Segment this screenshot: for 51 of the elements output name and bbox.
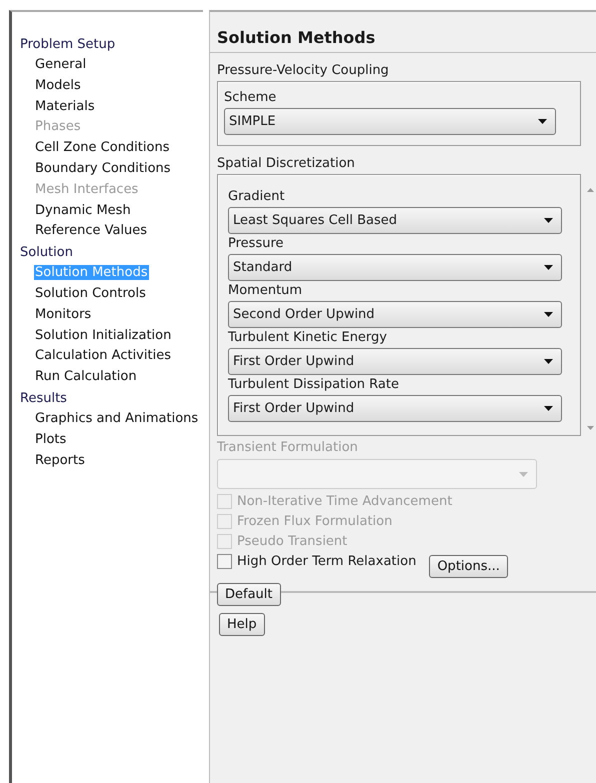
options-button[interactable]: Options... [429, 554, 508, 578]
tree-item[interactable]: Run Calculation [34, 369, 138, 384]
tree-item[interactable]: Monitors [34, 306, 92, 322]
caret-icon [544, 359, 553, 364]
tree-item[interactable]: Reports [34, 452, 86, 468]
field-label: Gradient [228, 189, 286, 204]
tree-item[interactable]: Solution Initialization [34, 328, 172, 343]
checkbox-label: High Order Term Relaxation [237, 554, 416, 568]
caret-icon [538, 119, 547, 124]
field-label: Scheme [224, 90, 278, 105]
group-title: Spatial Discretization [217, 156, 356, 171]
field-label: Pressure [228, 236, 285, 251]
tree-section[interactable]: Solution [20, 242, 203, 264]
tree-item[interactable]: Graphics and Animations [34, 410, 200, 426]
default-button[interactable]: Default [217, 583, 280, 606]
help-button[interactable]: Help [219, 613, 265, 636]
dropdown[interactable]: Least Squares Cell Based [228, 207, 562, 234]
tree-item[interactable]: Materials [34, 98, 96, 114]
tree-item[interactable]: Dynamic Mesh [34, 202, 132, 218]
dropdown[interactable]: Standard [228, 254, 562, 281]
dropdown[interactable]: First Order Upwind [228, 348, 562, 375]
field-label: Transient Formulation [217, 440, 359, 455]
dropdown[interactable]: First Order Upwind [228, 395, 562, 422]
panel-title: Solution Methods [210, 12, 596, 53]
dropdown[interactable]: SIMPLE [224, 108, 556, 135]
caret-icon [544, 265, 553, 270]
caret-icon [544, 312, 553, 317]
checkbox-label: Non-Iterative Time Advancement [237, 494, 452, 508]
scroll-down-icon [586, 426, 594, 430]
field-label: Turbulent Kinetic Energy [228, 330, 388, 345]
caret-icon [519, 472, 528, 476]
dropdown[interactable]: Second Order Upwind [228, 301, 562, 328]
checkbox-label: Frozen Flux Formulation [237, 514, 392, 528]
field-label: Turbulent Dissipation Rate [228, 377, 400, 392]
checkbox-label: Pseudo Transient [237, 534, 348, 548]
tree-section[interactable]: Problem Setup [20, 34, 203, 55]
tree-item[interactable]: Models [34, 78, 82, 93]
tree-item[interactable]: Calculation Activities [34, 348, 172, 364]
checkbox[interactable] [217, 554, 232, 568]
field-label: Momentum [228, 283, 304, 298]
tree-item[interactable]: General [34, 57, 88, 72]
tree-item[interactable]: Solution Controls [34, 286, 147, 301]
group-title: Pressure-Velocity Coupling [217, 63, 390, 78]
tree-item[interactable]: Cell Zone Conditions [34, 140, 170, 156]
tree-item[interactable]: Plots [34, 432, 68, 447]
tree-item[interactable]: Reference Values [34, 223, 148, 238]
scroll-up-icon [586, 188, 594, 192]
tree-item[interactable]: Boundary Conditions [34, 160, 172, 176]
caret-icon [544, 406, 553, 411]
tree-section[interactable]: Results [20, 388, 203, 409]
caret-icon [544, 218, 553, 223]
